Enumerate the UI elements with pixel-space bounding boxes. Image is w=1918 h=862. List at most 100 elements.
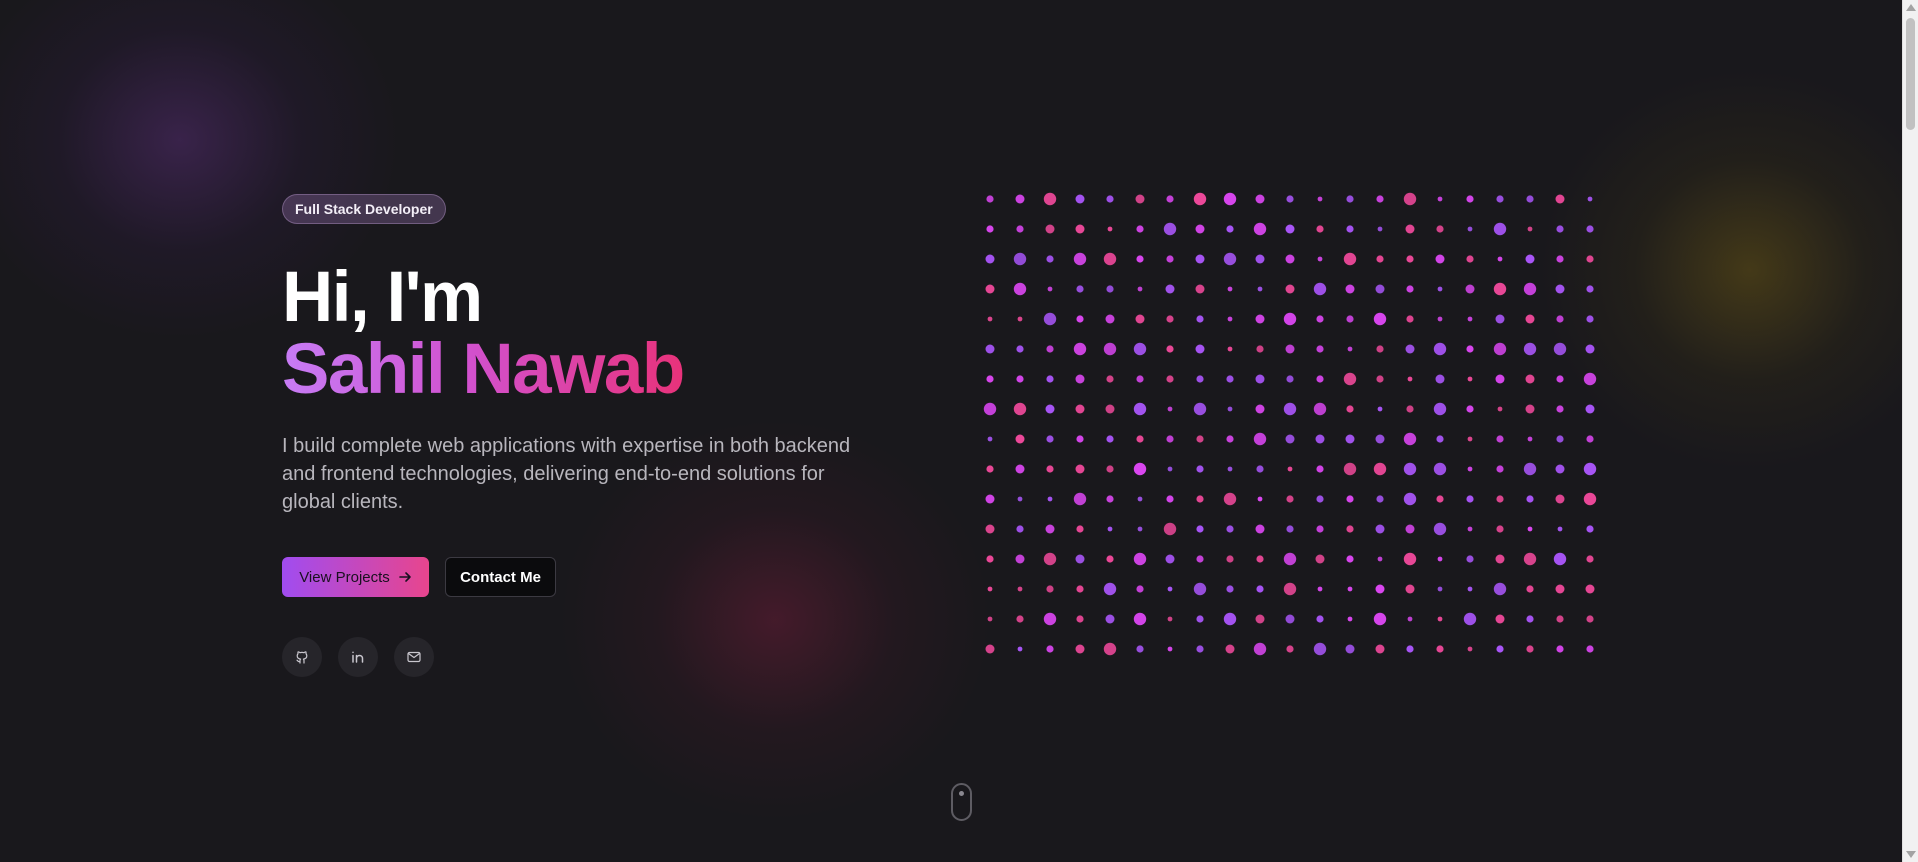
grid-dot (1437, 616, 1443, 622)
grid-dot (1496, 195, 1504, 203)
email-link[interactable] (394, 637, 434, 677)
grid-dot (1346, 315, 1354, 323)
grid-dot (1223, 192, 1237, 206)
github-link[interactable] (282, 637, 322, 677)
grid-dot (1166, 195, 1174, 203)
grid-dot (987, 616, 993, 622)
grid-dot (1105, 614, 1115, 624)
grid-dot (1136, 225, 1144, 233)
grid-dot (1375, 284, 1385, 294)
grid-dot (1016, 345, 1024, 353)
grid-dot (1163, 522, 1177, 536)
grid-dot (1166, 495, 1174, 503)
grid-dot (1226, 375, 1234, 383)
linkedin-link[interactable] (338, 637, 378, 677)
grid-dot (1255, 404, 1265, 414)
grid-dot (1105, 404, 1115, 414)
grid-dot (1106, 465, 1114, 473)
grid-dot (1556, 435, 1564, 443)
grid-dot (1375, 644, 1385, 654)
grid-dot (1196, 315, 1204, 323)
scroll-up-arrow[interactable] (1906, 4, 1916, 11)
grid-dot (1347, 586, 1353, 592)
grid-dot (1196, 525, 1204, 533)
grid-dot (1437, 316, 1443, 322)
grid-dot (1226, 225, 1234, 233)
grid-dot (1133, 552, 1147, 566)
grid-dot (1495, 314, 1505, 324)
grid-dot (1107, 226, 1113, 232)
contact-me-button[interactable]: Contact Me (445, 557, 556, 597)
grid-dot (1343, 252, 1357, 266)
scrollbar-thumb[interactable] (1906, 18, 1915, 130)
grid-dot (1465, 284, 1475, 294)
grid-dot (1227, 286, 1233, 292)
grid-dot (1223, 252, 1237, 266)
grid-dot (987, 436, 993, 442)
grid-dot (1346, 195, 1354, 203)
grid-dot (1466, 345, 1474, 353)
grid-dot (1223, 612, 1237, 626)
grid-dot (1075, 644, 1085, 654)
grid-dot (1076, 615, 1084, 623)
grid-dot (1075, 194, 1085, 204)
grid-dot (1075, 554, 1085, 564)
grid-dot (1553, 552, 1567, 566)
grid-dot (1316, 345, 1324, 353)
social-links (282, 637, 882, 677)
grid-dot (1406, 255, 1414, 263)
grid-dot (1046, 255, 1054, 263)
grid-dot (1167, 646, 1173, 652)
grid-dot (1137, 526, 1143, 532)
grid-dot (1466, 405, 1474, 413)
grid-dot (1403, 462, 1417, 476)
grid-dot (1556, 315, 1564, 323)
scroll-down-arrow[interactable] (1906, 851, 1916, 858)
grid-dot (986, 465, 994, 473)
grid-dot (1467, 526, 1473, 532)
grid-dot (1076, 525, 1084, 533)
grid-dot (1586, 615, 1594, 623)
grid-dot (1493, 342, 1507, 356)
grid-dot (1103, 252, 1117, 266)
grid-dot (1256, 555, 1264, 563)
grid-dot (1165, 284, 1175, 294)
grid-dot (1195, 284, 1205, 294)
mouse-wheel-icon (959, 791, 964, 796)
grid-dot (1466, 555, 1474, 563)
grid-dot (1193, 582, 1207, 596)
page-scrollbar[interactable] (1902, 0, 1918, 862)
hero-description: I build complete web applications with e… (282, 435, 851, 513)
grid-dot (1585, 404, 1595, 414)
grid-dot (1526, 495, 1534, 503)
grid-dot (1043, 312, 1057, 326)
grid-dot (1496, 465, 1504, 473)
grid-dot (1015, 464, 1025, 474)
scroll-down-indicator[interactable] (951, 783, 972, 821)
grid-dot (1196, 375, 1204, 383)
grid-dot (1166, 435, 1174, 443)
grid-dot (1377, 556, 1383, 562)
grid-dot (1493, 282, 1507, 296)
grid-dot (1226, 585, 1234, 593)
grid-dot (1075, 374, 1085, 384)
grid-dot (1133, 462, 1147, 476)
hero-section: Full Stack Developer Hi, I'm Sahil Nawab… (282, 194, 882, 677)
grid-dot (1403, 492, 1417, 506)
grid-dot (1463, 612, 1477, 626)
grid-dot (1586, 255, 1594, 263)
grid-dot (1496, 645, 1504, 653)
hero-greeting: Hi, I'm (282, 258, 483, 337)
grid-dot (1286, 375, 1294, 383)
grid-dot (1016, 615, 1024, 623)
grid-dot (1106, 435, 1114, 443)
grid-dot (1406, 285, 1414, 293)
grid-dot (1015, 194, 1025, 204)
view-projects-button[interactable]: View Projects (282, 557, 429, 597)
grid-dot (1586, 645, 1594, 653)
grid-dot (1405, 224, 1415, 234)
grid-dot (1136, 255, 1144, 263)
grid-dot (985, 524, 995, 534)
grid-dot (1285, 224, 1295, 234)
grid-dot (1135, 314, 1145, 324)
